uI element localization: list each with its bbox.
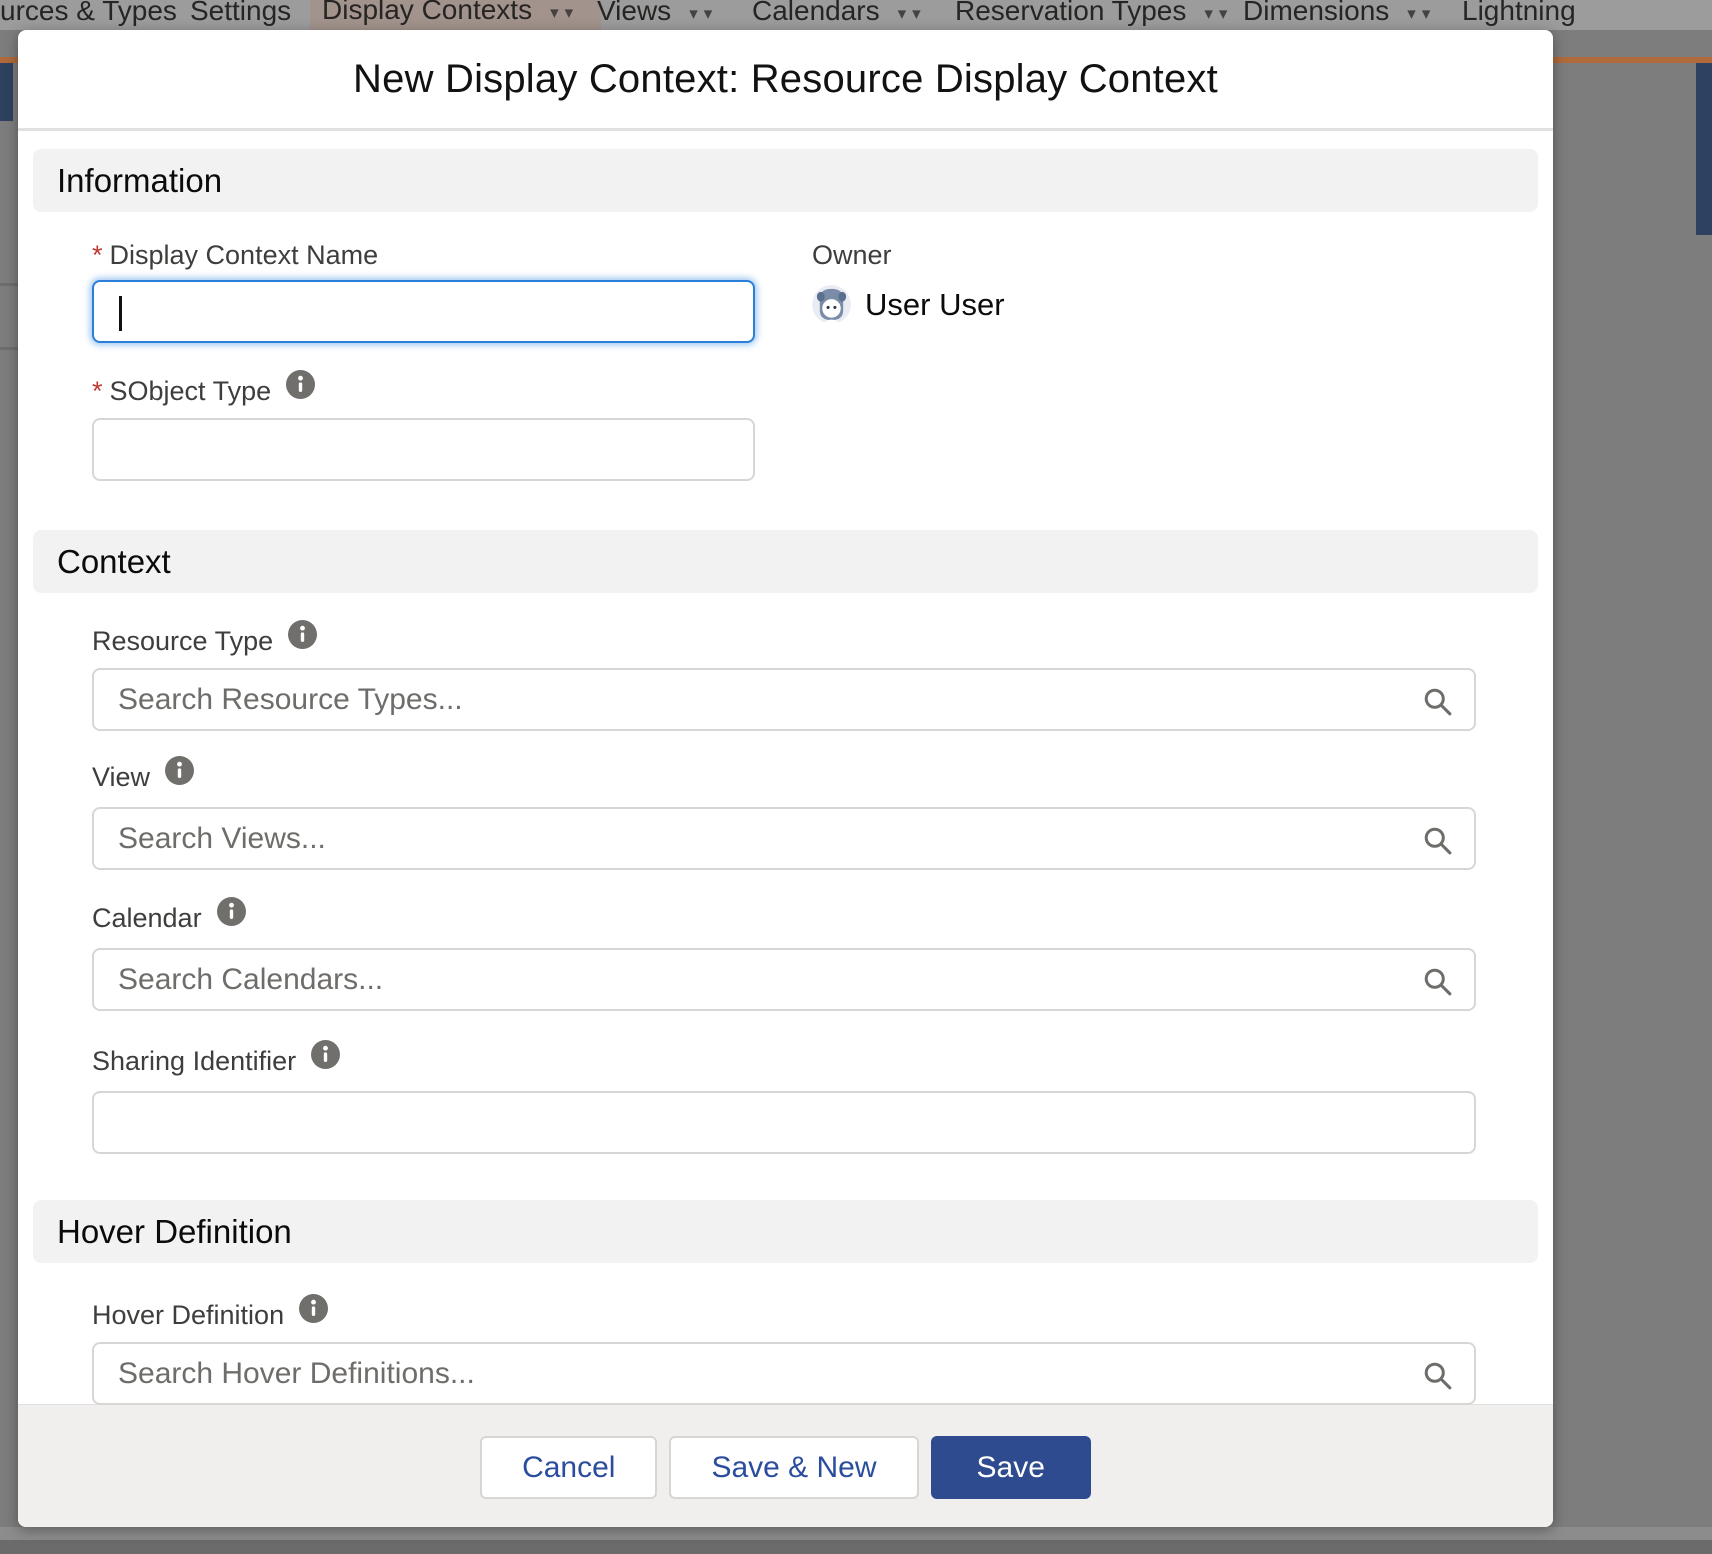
chevron-down-icon[interactable]: ▾▾ xyxy=(689,0,718,30)
tab-reservation-types[interactable]: Reservation Types▾▾ xyxy=(955,0,1233,30)
resource-type-search-field[interactable] xyxy=(94,670,1474,729)
chevron-down-icon[interactable]: ▾▾ xyxy=(1407,0,1436,30)
page-header-sliver-right xyxy=(1696,63,1712,235)
backdrop-bottom-band xyxy=(0,1527,1712,1540)
new-display-context-modal: New Display Context: Resource Display Co… xyxy=(18,30,1553,1527)
modal-title: New Display Context: Resource Display Co… xyxy=(353,57,1218,102)
info-icon[interactable] xyxy=(288,620,317,656)
tab-display-contexts[interactable]: Display Contexts▾▾ xyxy=(310,0,601,30)
page-header-sliver-left xyxy=(0,63,13,121)
info-icon[interactable] xyxy=(217,897,246,933)
backdrop-bottom-band xyxy=(0,1540,1712,1554)
view-label: View xyxy=(92,759,1476,795)
tab-lightning[interactable]: Lightning xyxy=(1462,0,1576,30)
info-icon[interactable] xyxy=(165,756,194,792)
required-asterisk: * xyxy=(92,240,103,271)
search-icon[interactable] xyxy=(1421,824,1454,857)
display-context-name-field[interactable] xyxy=(94,282,753,341)
modal-header: New Display Context: Resource Display Co… xyxy=(18,30,1553,131)
owner-label: Owner xyxy=(812,240,1005,271)
search-icon[interactable] xyxy=(1421,1359,1454,1392)
tab-dimensions[interactable]: Dimensions▾▾ xyxy=(1243,0,1436,30)
sobject-type-field[interactable] xyxy=(94,420,753,479)
display-context-name-input[interactable] xyxy=(92,280,755,343)
hover-definition-search-field[interactable] xyxy=(94,1344,1474,1403)
resource-type-lookup[interactable] xyxy=(92,668,1476,731)
hover-definition-lookup[interactable] xyxy=(92,1342,1476,1405)
section-title: Hover Definition xyxy=(57,1213,292,1251)
view-search-field[interactable] xyxy=(94,809,1474,868)
tab-views[interactable]: Views▾▾ xyxy=(597,0,718,30)
section-hover-definition: Hover Definition xyxy=(33,1200,1538,1263)
info-icon[interactable] xyxy=(299,1294,328,1330)
display-context-name-label: * Display Context Name xyxy=(92,240,755,271)
modal-body: Information * Display Context Name * SOb… xyxy=(18,131,1553,1405)
section-title: Context xyxy=(57,543,171,581)
chevron-down-icon[interactable]: ▾▾ xyxy=(550,0,579,30)
required-asterisk: * xyxy=(92,376,103,407)
avatar xyxy=(812,285,851,324)
sharing-identifier-label: Sharing Identifier xyxy=(92,1043,1476,1079)
resource-type-label: Resource Type xyxy=(92,623,1476,659)
sobject-type-label: * SObject Type xyxy=(92,373,755,409)
owner-value: User User xyxy=(865,287,1005,323)
sobject-type-input[interactable] xyxy=(92,418,755,481)
sharing-identifier-input[interactable] xyxy=(92,1091,1476,1154)
section-context: Context xyxy=(33,530,1538,593)
save-button[interactable]: Save xyxy=(931,1436,1091,1499)
chevron-down-icon[interactable]: ▾▾ xyxy=(1204,0,1233,30)
modal-footer: Cancel Save & New Save xyxy=(18,1405,1553,1527)
sharing-identifier-field[interactable] xyxy=(94,1093,1474,1152)
info-icon[interactable] xyxy=(286,370,315,406)
info-icon[interactable] xyxy=(311,1040,340,1076)
hover-definition-label: Hover Definition xyxy=(92,1297,1476,1333)
calendar-lookup[interactable] xyxy=(92,948,1476,1011)
background-tab-bar: urces & Types Settings Display Contexts▾… xyxy=(0,0,1712,30)
view-lookup[interactable] xyxy=(92,807,1476,870)
section-title: Information xyxy=(57,162,222,200)
calendar-search-field[interactable] xyxy=(94,950,1474,1009)
tab-resources-and-types[interactable]: urces & Types xyxy=(0,0,177,30)
backdrop-row-divider xyxy=(0,283,18,286)
search-icon[interactable] xyxy=(1421,965,1454,998)
text-cursor xyxy=(119,296,122,331)
save-and-new-button[interactable]: Save & New xyxy=(669,1436,918,1499)
search-icon[interactable] xyxy=(1421,685,1454,718)
cancel-button[interactable]: Cancel xyxy=(480,1436,657,1499)
chevron-down-icon[interactable]: ▾▾ xyxy=(898,0,927,30)
tab-calendars[interactable]: Calendars▾▾ xyxy=(752,0,927,30)
calendar-label: Calendar xyxy=(92,900,1476,936)
section-information: Information xyxy=(33,149,1538,212)
tab-settings[interactable]: Settings xyxy=(190,0,291,30)
backdrop-row-divider xyxy=(0,347,18,350)
